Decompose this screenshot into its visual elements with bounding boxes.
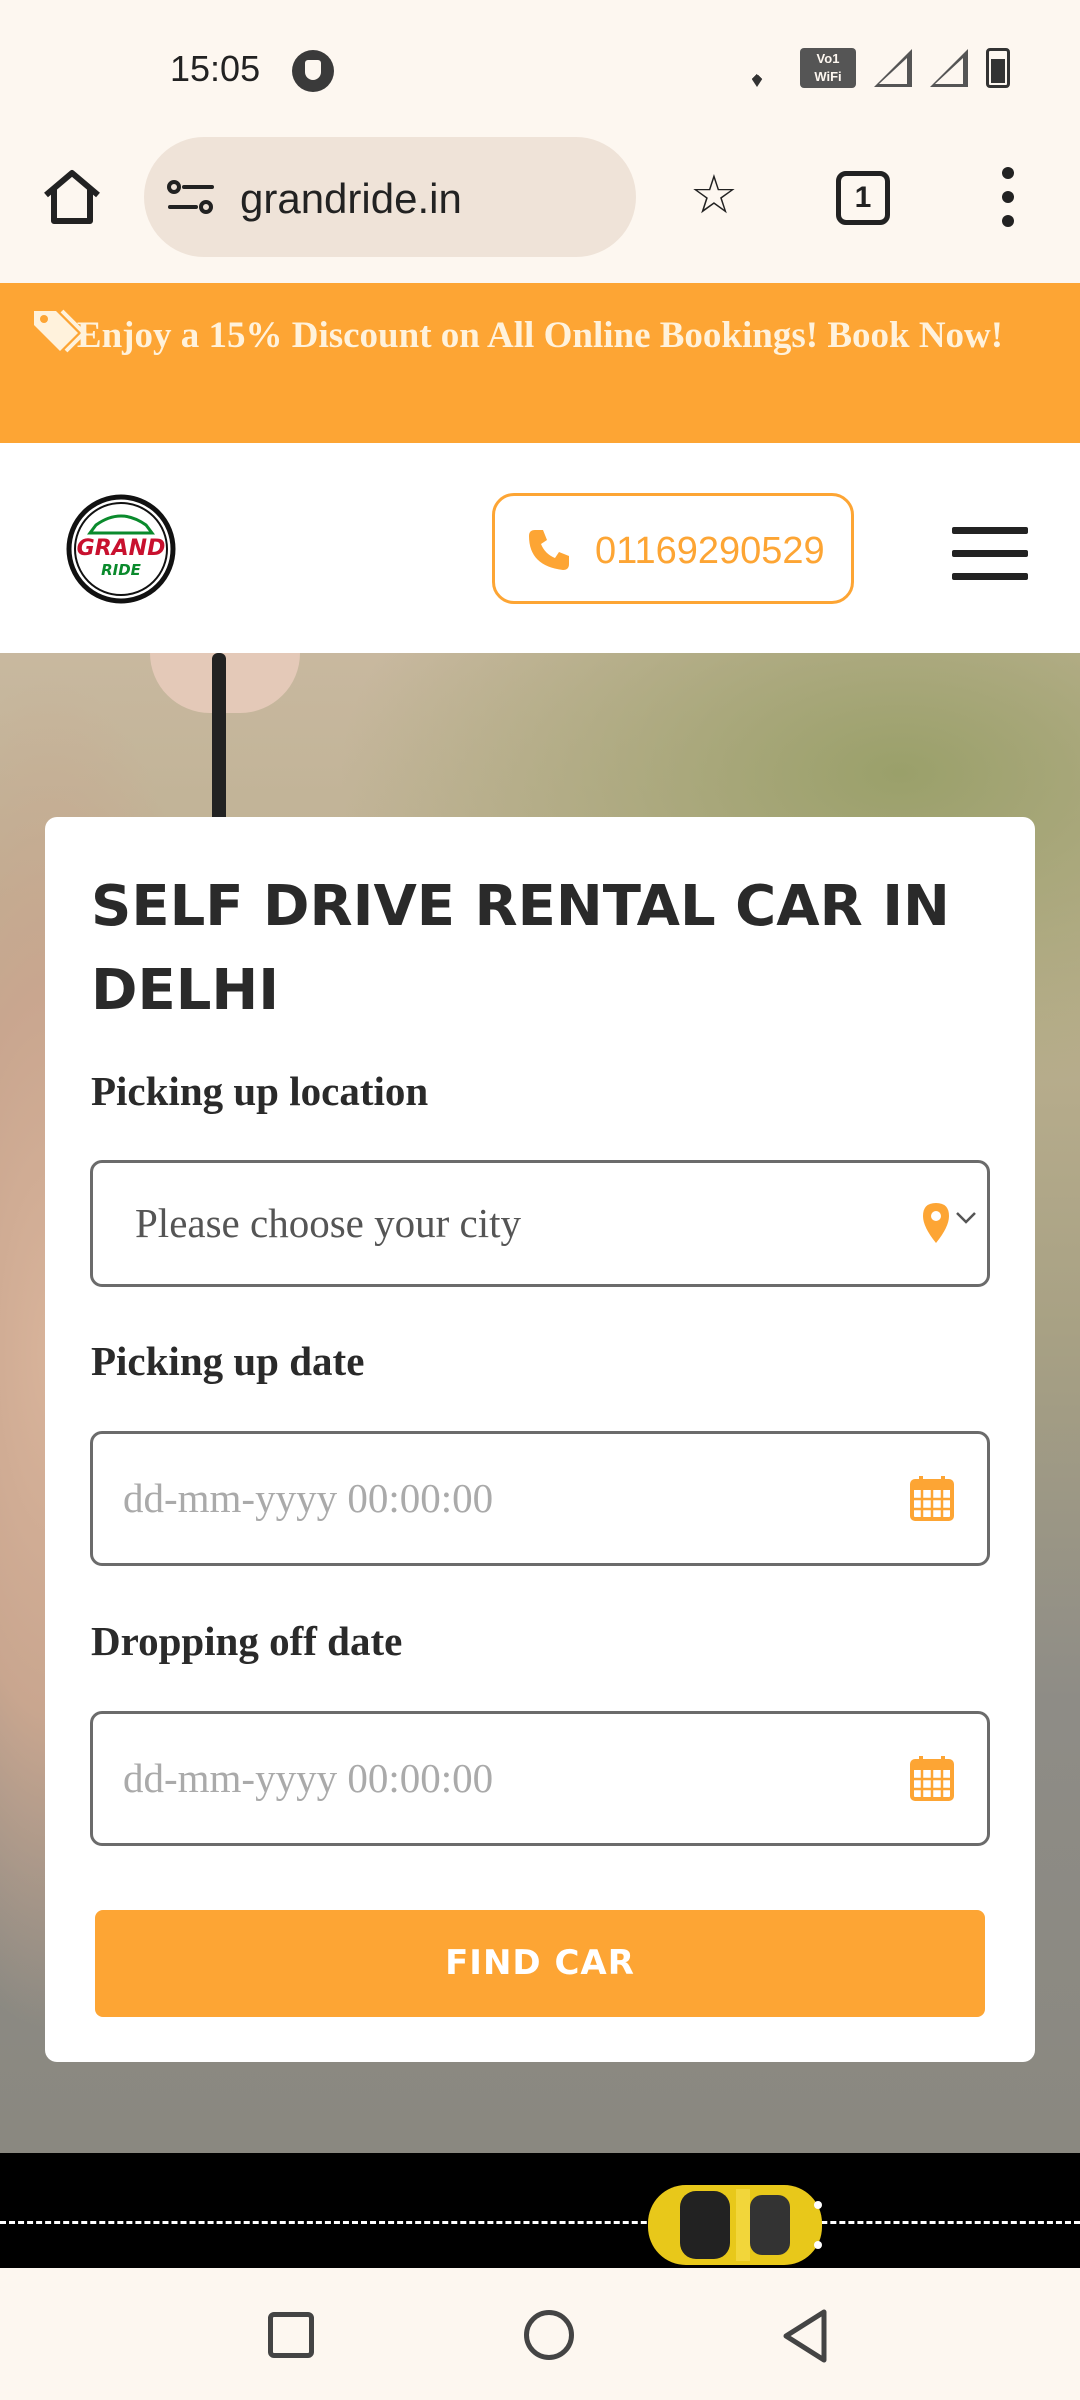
phone-number[interactable]: 01169290529 bbox=[595, 530, 825, 573]
home-circle-icon[interactable] bbox=[524, 2310, 574, 2360]
pickup-date-label: Picking up date bbox=[91, 1338, 365, 1384]
dropoff-date-label: Dropping off date bbox=[91, 1618, 403, 1664]
logo-text-top: GRAND bbox=[77, 536, 166, 561]
security-shield-icon bbox=[292, 50, 334, 92]
site-header: GRAND RIDE 01169290529 bbox=[0, 443, 1080, 653]
pickup-location-value: Please choose your city bbox=[135, 1200, 521, 1246]
url-text[interactable]: grandride.in bbox=[240, 175, 462, 223]
dropoff-date-placeholder: dd-mm-yyyy 00:00:00 bbox=[123, 1755, 494, 1801]
status-time: 15:05 bbox=[170, 48, 261, 89]
battery-icon bbox=[986, 48, 1010, 88]
pickup-date-placeholder: dd-mm-yyyy 00:00:00 bbox=[123, 1475, 494, 1521]
grand-ride-logo[interactable]: GRAND RIDE bbox=[56, 493, 186, 605]
phone-icon bbox=[529, 530, 569, 570]
taxi-car-icon bbox=[648, 2185, 822, 2265]
status-bar: 15:05 Vo1 WiFi bbox=[0, 0, 1080, 135]
location-pin-icon bbox=[923, 1203, 949, 1243]
logo-text-bottom: RIDE bbox=[101, 561, 142, 579]
vowifi-sim: 1 bbox=[832, 51, 840, 66]
tabs-icon[interactable]: 1 bbox=[836, 171, 890, 225]
browser-toolbar: grandride.in ☆ 1 bbox=[0, 135, 1080, 283]
system-nav-bar bbox=[0, 2268, 1080, 2400]
hamburger-menu-icon[interactable] bbox=[952, 527, 1028, 581]
status-icons: Vo1 WiFi bbox=[732, 48, 1010, 88]
vowifi-label-bottom: WiFi bbox=[814, 69, 842, 84]
call-button[interactable]: 01169290529 bbox=[492, 493, 854, 604]
site-settings-icon[interactable] bbox=[166, 177, 216, 217]
hero-image-keycord bbox=[212, 653, 226, 823]
chevron-down-icon bbox=[956, 1212, 976, 1224]
back-icon[interactable] bbox=[780, 2308, 830, 2364]
url-bar[interactable]: grandride.in bbox=[144, 137, 636, 257]
road-dashed-line bbox=[0, 2221, 1080, 2224]
dropoff-date-input[interactable]: dd-mm-yyyy 00:00:00 bbox=[90, 1711, 990, 1846]
pickup-location-label: Picking up location bbox=[91, 1068, 429, 1114]
calendar-icon[interactable] bbox=[909, 1754, 955, 1802]
wifi-icon bbox=[732, 49, 782, 87]
vowifi-icon: Vo1 WiFi bbox=[800, 48, 856, 88]
calendar-icon[interactable] bbox=[909, 1474, 955, 1522]
tag-icon bbox=[34, 309, 87, 353]
vowifi-label-top: Vo bbox=[816, 51, 833, 66]
home-icon[interactable] bbox=[40, 165, 104, 229]
signal-icon bbox=[874, 49, 912, 87]
find-car-button[interactable]: FIND CAR bbox=[95, 1910, 985, 2017]
promo-text[interactable]: Enjoy a 15% Discount on All Online Booki… bbox=[20, 301, 1060, 371]
booking-form-card: SELF DRIVE RENTAL CAR IN DELHI Picking u… bbox=[45, 817, 1035, 2062]
more-vert-icon[interactable] bbox=[1000, 167, 1016, 227]
pickup-date-input[interactable]: dd-mm-yyyy 00:00:00 bbox=[90, 1431, 990, 1566]
signal-icon-2 bbox=[930, 49, 968, 87]
recents-icon[interactable] bbox=[268, 2312, 314, 2358]
page-title: SELF DRIVE RENTAL CAR IN DELHI bbox=[91, 874, 950, 1023]
pickup-location-select[interactable]: Please choose your city bbox=[90, 1160, 990, 1287]
star-icon[interactable]: ☆ bbox=[684, 165, 744, 225]
road-strip bbox=[0, 2153, 1080, 2268]
promo-banner[interactable]: Enjoy a 15% Discount on All Online Booki… bbox=[0, 283, 1080, 443]
